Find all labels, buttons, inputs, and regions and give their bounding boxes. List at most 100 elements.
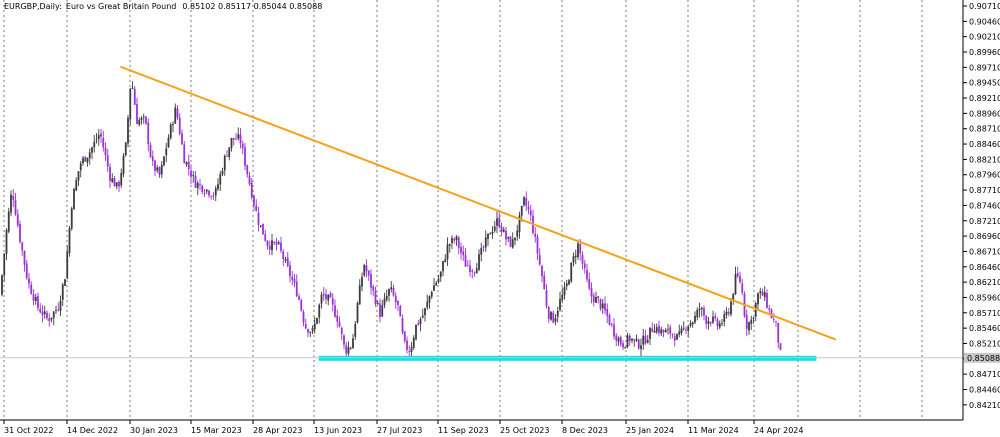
candle-body <box>381 305 384 317</box>
candle-body <box>201 185 204 192</box>
candle-body <box>592 295 595 302</box>
candle-body <box>559 298 561 310</box>
candle-body <box>147 122 150 145</box>
candle-body <box>185 162 188 165</box>
candle-body <box>723 314 726 322</box>
candle-body <box>626 335 629 347</box>
candle-body <box>624 346 627 349</box>
candle-body <box>514 237 516 241</box>
candle-body <box>502 229 505 232</box>
candle-body <box>671 334 674 336</box>
candle-body <box>280 242 282 251</box>
candle-body <box>302 311 305 323</box>
candle-body <box>307 329 309 333</box>
price-tick-label: 0.84710 <box>969 370 1000 379</box>
candle-body <box>547 306 550 320</box>
candle-body <box>343 335 345 345</box>
candle-body <box>640 345 642 350</box>
price-tick-label: 0.90710 <box>969 2 1000 11</box>
candle-body <box>644 335 647 344</box>
ohlc-values: 0.85102 0.85117 0.85044 0.85088 <box>182 2 322 11</box>
candle-body <box>376 302 379 304</box>
candle-body <box>138 119 141 125</box>
candle-body <box>154 160 156 171</box>
time-tick-label: 14 Dec 2022 <box>67 426 118 435</box>
candle-body <box>451 238 453 244</box>
time-tick-label: 15 Mar 2023 <box>191 426 242 435</box>
candle-body <box>705 316 708 324</box>
candle-body <box>219 174 222 185</box>
time-tick-label: 8 Dec 2023 <box>562 426 608 435</box>
candle-body <box>655 327 658 333</box>
price-tick-label: 0.86960 <box>969 232 1000 241</box>
candle-body <box>489 232 492 235</box>
time-tick-label: 27 Jul 2023 <box>377 426 422 435</box>
candle-body <box>28 278 30 284</box>
candle-body <box>615 335 618 341</box>
candle-body <box>545 290 548 307</box>
candle-body <box>453 238 456 241</box>
candle-body <box>136 104 138 124</box>
candle-body <box>66 251 69 279</box>
candle-body <box>442 261 444 272</box>
candle-body <box>478 254 480 270</box>
candle <box>70 206 73 231</box>
candle-body <box>61 284 64 300</box>
candle-body <box>12 195 15 200</box>
candle-body <box>698 308 701 311</box>
candle-body <box>680 328 683 334</box>
candle-body <box>408 351 411 353</box>
candle-body <box>676 334 678 340</box>
candle-body <box>716 319 719 327</box>
price-tick-label: 0.86460 <box>969 263 1000 272</box>
candle-body <box>70 208 73 229</box>
candle-body <box>390 287 393 290</box>
candle-body <box>689 323 692 326</box>
candle-body <box>88 152 91 159</box>
candle-body <box>91 147 93 153</box>
candle-body <box>412 337 415 348</box>
price-tag-label: 0.85088 <box>967 354 1000 363</box>
candle-body <box>700 307 703 310</box>
candle-body <box>77 171 80 181</box>
candle-body <box>16 214 19 226</box>
candle-body <box>613 324 615 337</box>
price-tick-label: 0.88710 <box>969 125 1000 134</box>
candle <box>415 324 417 341</box>
candle-body <box>352 338 354 349</box>
candle-body <box>446 244 449 260</box>
candle-body <box>669 327 672 334</box>
candle-body <box>709 322 712 324</box>
candle-body <box>316 318 318 324</box>
time-tick-label: 25 Oct 2023 <box>500 426 549 435</box>
candle-body <box>460 246 462 253</box>
candle-body <box>696 309 699 318</box>
candle-body <box>372 286 375 291</box>
symbol-label: EURGBP,Daily: <box>4 2 62 11</box>
time-tick-label: 13 Jun 2023 <box>314 426 362 435</box>
candle-body <box>160 164 163 175</box>
candle-body <box>541 265 543 277</box>
candle-body <box>403 331 406 341</box>
candle-body <box>232 137 235 140</box>
candle-body <box>552 312 555 323</box>
candle-body <box>642 335 645 345</box>
candle-body <box>228 147 231 157</box>
candle <box>399 304 402 317</box>
candle-body <box>1 275 3 295</box>
candle-body <box>601 303 604 309</box>
candle-body <box>455 236 458 241</box>
time-tick-label: 28 Apr 2023 <box>253 426 302 435</box>
candle-body <box>649 327 651 339</box>
candle-body <box>255 205 258 212</box>
candle-body <box>379 303 381 318</box>
candle-body <box>363 265 366 276</box>
candle <box>779 342 782 351</box>
candle-body <box>340 327 343 335</box>
candle-body <box>421 315 424 318</box>
candle-body <box>392 287 395 296</box>
candle-body <box>120 173 123 186</box>
candle-body <box>448 244 451 246</box>
candle-body <box>739 276 741 283</box>
candle-body <box>610 323 613 325</box>
